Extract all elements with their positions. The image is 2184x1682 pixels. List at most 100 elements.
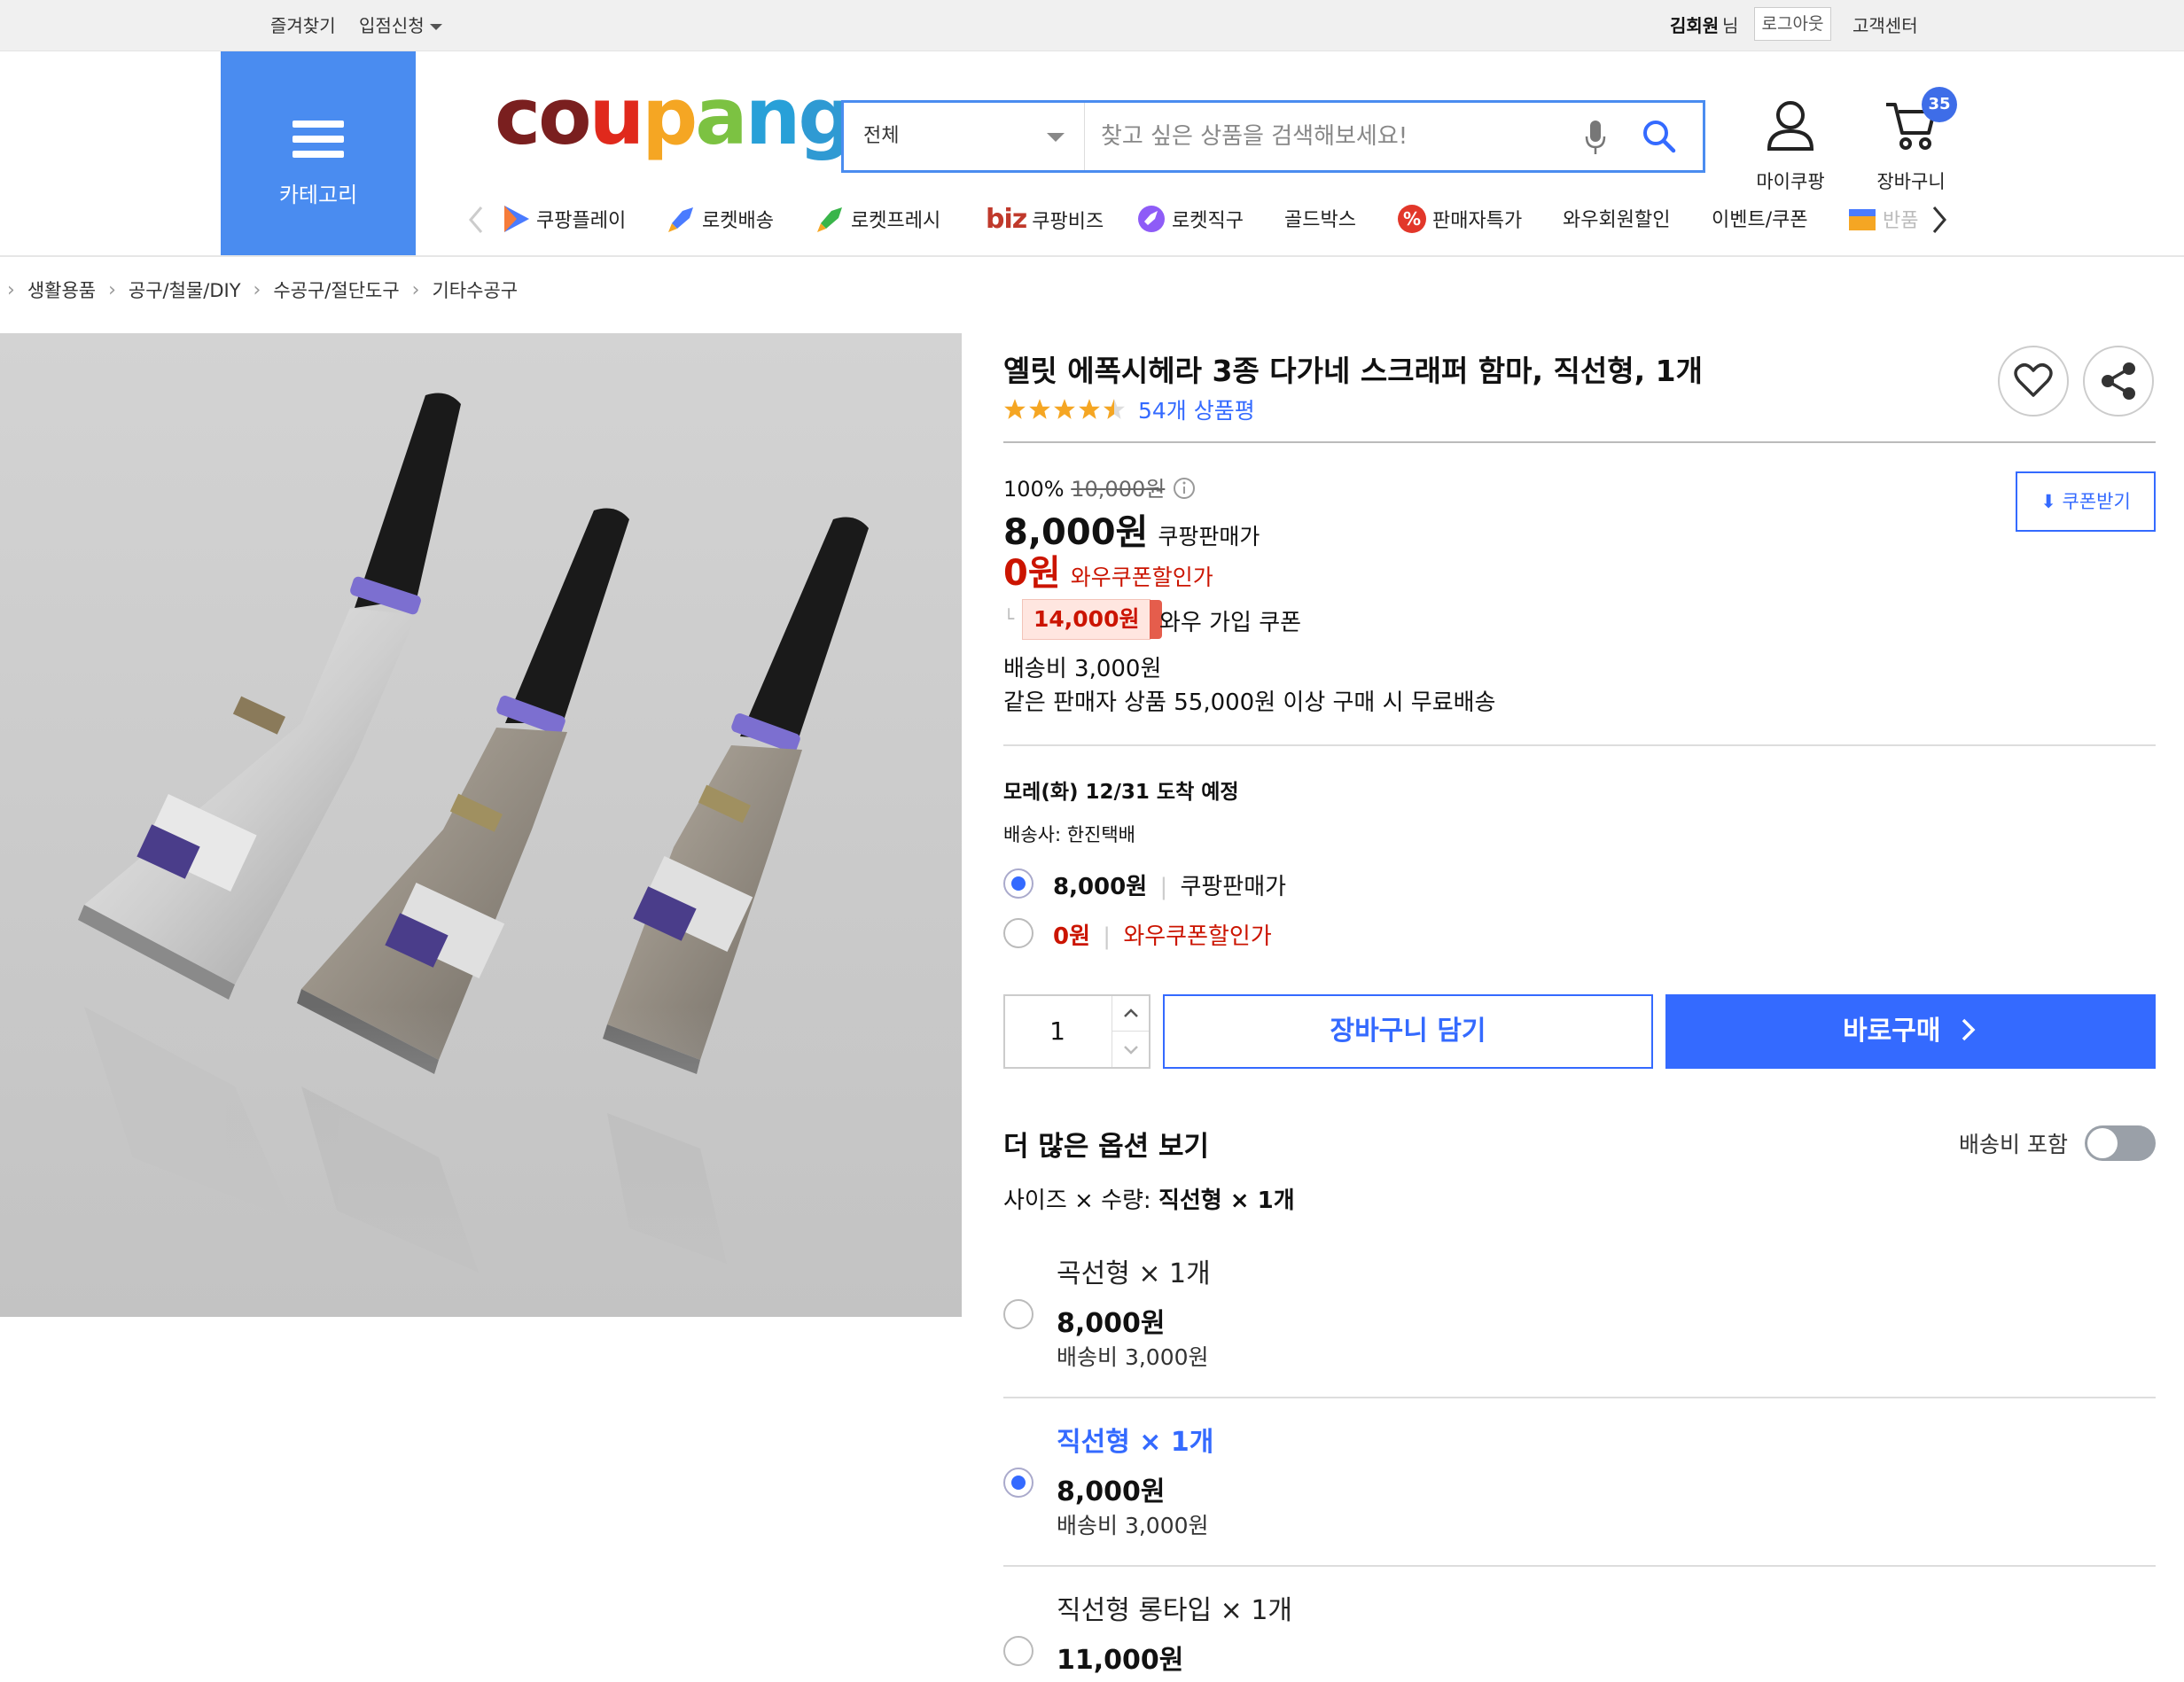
- price-option-wow[interactable]: 0원 | 와우쿠폰할인가: [1053, 918, 1272, 951]
- option-shipping: 배송비 3,000원: [1057, 1513, 1209, 1538]
- free-shipping-note: 같은 판매자 상품 55,000원 이상 구매 시 무료배송: [1003, 689, 1496, 716]
- option-name: 곡선형 × 1개: [1057, 1258, 1211, 1289]
- nav-events-coupons[interactable]: 이벤트/쿠폰: [1712, 204, 1808, 232]
- chevron-up-icon: [1124, 1008, 1138, 1017]
- coupon-download-button[interactable]: ⬇ 쿠폰받기: [2016, 471, 2156, 532]
- category-menu-button[interactable]: 카테고리: [221, 51, 416, 255]
- star-icon: [1079, 399, 1100, 419]
- mycoupang-label: 마이쿠팡: [1756, 171, 1825, 192]
- caret-down-icon: [429, 24, 442, 30]
- wow-coupon-tag[interactable]: 14,000원: [1022, 599, 1164, 640]
- option-divider: [1003, 1565, 2156, 1567]
- seller-signup-label: 입점신청: [359, 15, 425, 36]
- top-utility-bar: 즐겨찾기 입점신청 김회원 님 로그아웃 고객센터: [0, 0, 2184, 51]
- product-title: 옐릿 에폭시헤라 3종 다가네 스크래퍼 함마, 직선형, 1개: [1003, 354, 1703, 388]
- separator: |: [1159, 874, 1168, 900]
- breadcrumb-item[interactable]: 수공구/절단도구: [273, 276, 399, 303]
- product-image[interactable]: [0, 333, 962, 1317]
- info-icon[interactable]: [1172, 476, 1197, 501]
- logo-letter: c: [495, 71, 541, 162]
- bookmark-link[interactable]: 즐겨찾기: [270, 12, 336, 37]
- price-option-radio[interactable]: [1003, 868, 1034, 899]
- price-option-radio[interactable]: [1003, 918, 1034, 948]
- buy-now-button[interactable]: 바로구매: [1665, 994, 2156, 1069]
- nav-label: 쿠팡플레이: [536, 210, 627, 232]
- nav-label: 이벤트/쿠폰: [1712, 209, 1808, 231]
- breadcrumb-item[interactable]: 공구/철물/DIY: [129, 276, 241, 303]
- search-input[interactable]: [1101, 119, 1544, 154]
- biz-icon: biz: [986, 204, 1027, 235]
- sub-indicator-icon: └: [1003, 608, 1015, 629]
- rocket-global-icon: [1138, 206, 1165, 232]
- nav-label: 쿠팡비즈: [1032, 210, 1104, 233]
- nav-label: 로켓직구: [1172, 210, 1244, 232]
- chevron-right-icon[interactable]: [1930, 204, 1948, 236]
- include-shipping-label: 배송비 포함: [1959, 1132, 2068, 1157]
- nav-coupang-biz[interactable]: biz 쿠팡비즈: [986, 204, 1104, 235]
- price-option-coupang[interactable]: 8,000원 | 쿠팡판매가: [1053, 868, 1286, 901]
- share-icon: [2102, 362, 2135, 400]
- nav-rocket-delivery[interactable]: 로켓배송: [667, 204, 774, 234]
- microphone-icon[interactable]: [1584, 119, 1607, 158]
- option-divider: [1003, 1397, 2156, 1398]
- chevron-left-icon[interactable]: [467, 204, 485, 236]
- logout-button[interactable]: 로그아웃: [1754, 7, 1831, 41]
- size-qty-value: 직선형 × 1개: [1158, 1188, 1295, 1214]
- search-icon[interactable]: [1642, 119, 1677, 154]
- breadcrumb: › 생활용품 › 공구/철물/DIY › 수공구/절단도구 › 기타수공구: [0, 276, 518, 303]
- price-option-label: 와우쿠폰할인가: [1123, 923, 1272, 950]
- star-icon: [1004, 399, 1026, 419]
- logo-letter: p: [642, 71, 698, 162]
- wow-coupon-label: 와우 가입 쿠폰: [1159, 610, 1302, 636]
- svg-text:%: %: [1403, 208, 1421, 230]
- breadcrumb-separator: ›: [108, 278, 116, 301]
- scraper-set-illustration: [0, 393, 962, 1317]
- percent-badge-icon: %: [1398, 205, 1426, 233]
- quantity-increase-button[interactable]: [1112, 996, 1149, 1032]
- more-options-heading: 더 많은 옵션 보기: [1003, 1131, 1210, 1163]
- customer-center-link[interactable]: 고객센터: [1852, 12, 1918, 37]
- user-name: 김회원: [1670, 15, 1720, 36]
- add-to-cart-button[interactable]: 장바구니 담기: [1163, 994, 1653, 1069]
- rating-stars[interactable]: 54개 상품평: [1003, 393, 1255, 425]
- seller-signup-link[interactable]: 입점신청: [359, 12, 442, 37]
- nav-rocket-fresh[interactable]: 로켓프레시: [815, 204, 940, 234]
- nav-wow-discount[interactable]: 와우회원할인: [1563, 204, 1670, 232]
- sale-box-icon: [1849, 209, 1876, 230]
- star-icon: [1054, 399, 1075, 419]
- include-shipping-toggle[interactable]: [2085, 1125, 2156, 1161]
- half-star-icon: [1104, 399, 1125, 419]
- hamburger-icon: [292, 121, 344, 166]
- quantity-value[interactable]: 1: [1005, 996, 1110, 1067]
- option-name: 직선형 롱타입 × 1개: [1057, 1595, 1293, 1626]
- option-radio[interactable]: [1003, 1468, 1034, 1498]
- option-price: 8,000원: [1057, 1308, 1166, 1339]
- nav-label: 반품: [1883, 210, 1919, 232]
- wishlist-button[interactable]: [1998, 346, 2069, 417]
- nav-seller-deal[interactable]: % 판매자특가: [1397, 204, 1522, 234]
- quantity-decrease-button[interactable]: [1112, 1032, 1149, 1067]
- nav-rocket-global[interactable]: 로켓직구: [1136, 204, 1244, 234]
- nav-goldbox[interactable]: 골드박스: [1284, 204, 1356, 232]
- price-option-label: 쿠팡판매가: [1180, 874, 1287, 900]
- option-price: 11,000원: [1057, 1645, 1184, 1676]
- header-divider: [0, 255, 2184, 257]
- option-radio[interactable]: [1003, 1299, 1034, 1329]
- share-button[interactable]: [2083, 346, 2154, 417]
- nav-label: 골드박스: [1284, 209, 1356, 231]
- breadcrumb-separator: ›: [253, 278, 261, 301]
- option-radio[interactable]: [1003, 1636, 1034, 1666]
- nav-label: 로켓배송: [702, 210, 774, 232]
- separator: |: [1103, 923, 1112, 950]
- coupon-button-label: 쿠폰받기: [2062, 491, 2131, 512]
- coupang-logo[interactable]: coupang: [495, 78, 854, 156]
- nav-returns[interactable]: 반품: [1847, 204, 1922, 234]
- breadcrumb-item[interactable]: 생활용품: [27, 276, 96, 303]
- search-scope-select[interactable]: 전체: [844, 103, 1085, 170]
- wow-price-label: 와우쿠폰할인가: [1070, 565, 1213, 590]
- heart-icon: [2014, 363, 2053, 397]
- breadcrumb-item[interactable]: 기타수공구: [432, 276, 518, 303]
- mycoupang-button[interactable]: 마이쿠팡: [1746, 97, 1835, 194]
- nav-coupangplay[interactable]: 쿠팡플레이: [501, 204, 626, 234]
- review-count-link[interactable]: 54개 상품평: [1138, 393, 1255, 425]
